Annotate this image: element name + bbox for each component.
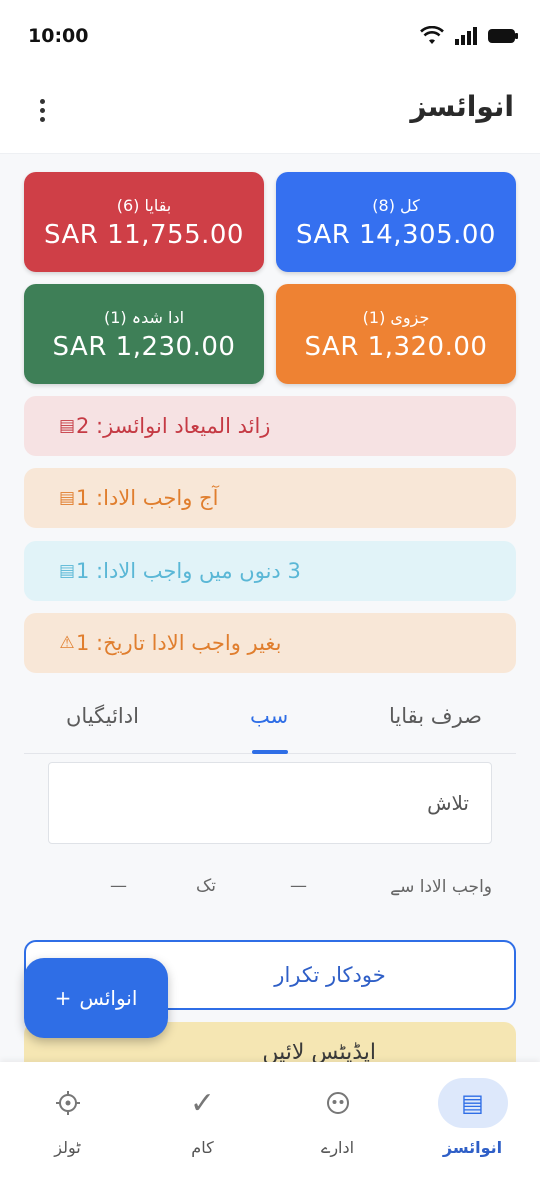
list-icon: ▤ bbox=[58, 488, 76, 508]
card-amount: SAR 11,755.00 bbox=[44, 220, 244, 250]
card-label: بقایا (6) bbox=[116, 196, 172, 215]
nav-tasks[interactable]: ✓ کام bbox=[135, 1078, 270, 1178]
nav-invoices[interactable]: ▤ انوائسز bbox=[405, 1078, 540, 1178]
invoice-tabs: صرف بقایا سب ادائیگیاں bbox=[24, 690, 516, 754]
alert-due-today[interactable]: ▤ آج واجب الادا: 1 bbox=[24, 468, 516, 528]
list-icon: ▤ bbox=[58, 561, 76, 581]
alert-text: زائد المیعاد انوائسز: 2 bbox=[76, 414, 271, 438]
status-time: 10:00 bbox=[28, 25, 89, 47]
nav-label: انوائسز bbox=[442, 1138, 503, 1157]
card-amount: SAR 14,305.00 bbox=[296, 220, 496, 250]
check-icon: ✓ bbox=[189, 1085, 216, 1121]
nav-label: ٹولز bbox=[54, 1138, 81, 1157]
tab-payments[interactable]: ادائیگیاں bbox=[66, 704, 139, 728]
add-invoice-button[interactable]: انوائس + bbox=[24, 958, 168, 1038]
due-from-value[interactable]: — bbox=[290, 876, 307, 896]
card-label: ادا شدہ (1) bbox=[103, 308, 185, 327]
nav-tools[interactable]: ٹولز bbox=[0, 1078, 135, 1178]
fab-label: انوائس bbox=[79, 986, 138, 1010]
search-box bbox=[48, 762, 492, 844]
warning-icon: ⚠ bbox=[59, 633, 75, 653]
card-amount: SAR 1,230.00 bbox=[52, 332, 236, 362]
card-label: جزوی (1) bbox=[362, 308, 430, 327]
nav-entities[interactable]: ادارے bbox=[270, 1078, 405, 1178]
summary-card-partial[interactable]: جزوی (1) SAR 1,320.00 bbox=[276, 284, 516, 384]
tab-all[interactable]: سب bbox=[250, 704, 288, 728]
alert-due-3-days[interactable]: ▤ 3 دنوں میں واجب الادا: 1 bbox=[24, 541, 516, 601]
tab-indicator bbox=[252, 750, 288, 754]
card-amount: SAR 1,320.00 bbox=[304, 332, 488, 362]
bottom-navigation: ▤ انوائسز ادارے ✓ کام ٹولز bbox=[0, 1062, 540, 1181]
signal-icon bbox=[455, 27, 477, 45]
status-bar: 10:00 bbox=[0, 0, 540, 72]
app-bar: انوائسز bbox=[0, 72, 540, 154]
more-options-button[interactable] bbox=[28, 96, 56, 124]
page-title: انوائسز bbox=[410, 90, 514, 123]
nav-label: ادارے bbox=[320, 1138, 355, 1157]
dot-icon bbox=[39, 98, 45, 104]
alert-no-due-date[interactable]: ⚠ بغیر واجب الادا تاریخ: 1 bbox=[24, 613, 516, 673]
alert-text: بغیر واجب الادا تاریخ: 1 bbox=[76, 631, 282, 655]
dot-icon bbox=[39, 116, 45, 122]
tools-icon bbox=[33, 1078, 103, 1128]
summary-card-remaining[interactable]: بقایا (6) SAR 11,755.00 bbox=[24, 172, 264, 272]
plus-icon: + bbox=[54, 986, 72, 1010]
auto-repeat-label: خودکار تکرار bbox=[274, 963, 386, 987]
system-icons bbox=[420, 26, 518, 46]
search-input[interactable] bbox=[49, 763, 491, 843]
due-to-label: تک bbox=[196, 876, 216, 896]
alert-text: آج واجب الادا: 1 bbox=[76, 486, 219, 510]
entities-icon bbox=[303, 1078, 373, 1128]
dot-icon bbox=[39, 107, 45, 113]
summary-card-paid[interactable]: ادا شدہ (1) SAR 1,230.00 bbox=[24, 284, 264, 384]
alert-text: 3 دنوں میں واجب الادا: 1 bbox=[76, 559, 301, 583]
due-from-label: واجب الادا سے bbox=[390, 877, 492, 897]
invoice-list-icon: ▤ bbox=[437, 1078, 508, 1128]
alert-overdue[interactable]: ▤ زائد المیعاد انوائسز: 2 bbox=[24, 396, 516, 456]
summary-card-total[interactable]: کل (8) SAR 14,305.00 bbox=[276, 172, 516, 272]
nav-label: کام bbox=[191, 1138, 214, 1157]
card-label: کل (8) bbox=[372, 196, 420, 215]
due-to-value[interactable]: — bbox=[110, 876, 127, 896]
wifi-icon bbox=[420, 26, 444, 44]
list-icon: ▤ bbox=[58, 416, 76, 436]
tab-unpaid-only[interactable]: صرف بقایا bbox=[389, 704, 482, 728]
battery-icon bbox=[488, 29, 518, 43]
due-date-filter: واجب الادا سے — تک — bbox=[24, 866, 516, 906]
